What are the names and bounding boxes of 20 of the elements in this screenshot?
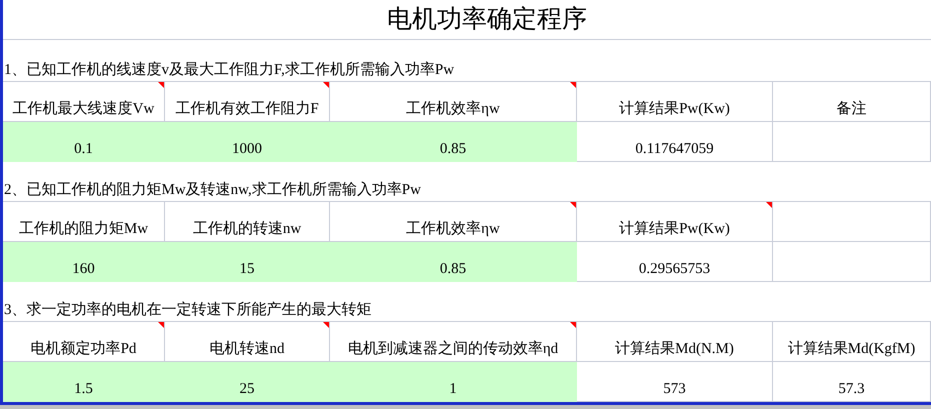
header-cell: 计算结果Pw(Kw) (577, 202, 773, 242)
section-heading: 3、求一定功率的电机在一定转速下所能产生的最大转矩 (4, 300, 372, 320)
table-cell: 1.5 (3, 362, 165, 402)
table-cell: 25 (165, 362, 330, 402)
table-cell: 1000 (165, 122, 330, 162)
table-cell: 1 (330, 362, 577, 402)
sheet-title: 电机功率确定程序 (386, 4, 587, 35)
header-cell: 备注 (773, 82, 931, 122)
section-heading: 1、已知工作机的线速度v及最大工作阻力F,求工作机所需输入功率Pw (4, 60, 454, 80)
table-cell: 0.29565753 (577, 242, 773, 282)
table-cell: 0.117647059 (577, 122, 773, 162)
table-cell: 160 (3, 242, 165, 282)
table-cell: 15 (165, 242, 330, 282)
header-cell: 计算结果Md(KgfM) (773, 322, 931, 362)
header-cell: 计算结果Pw(Kw) (577, 82, 773, 122)
table-cell: 0.85 (330, 242, 577, 282)
table-cell: 0.85 (330, 122, 577, 162)
section-heading: 2、已知工作机的阻力矩Mw及转速nw,求工作机所需输入功率Pw (4, 180, 421, 200)
header-cell: 计算结果Md(N.M) (577, 322, 773, 362)
table-cell: 0.1 (3, 122, 165, 162)
